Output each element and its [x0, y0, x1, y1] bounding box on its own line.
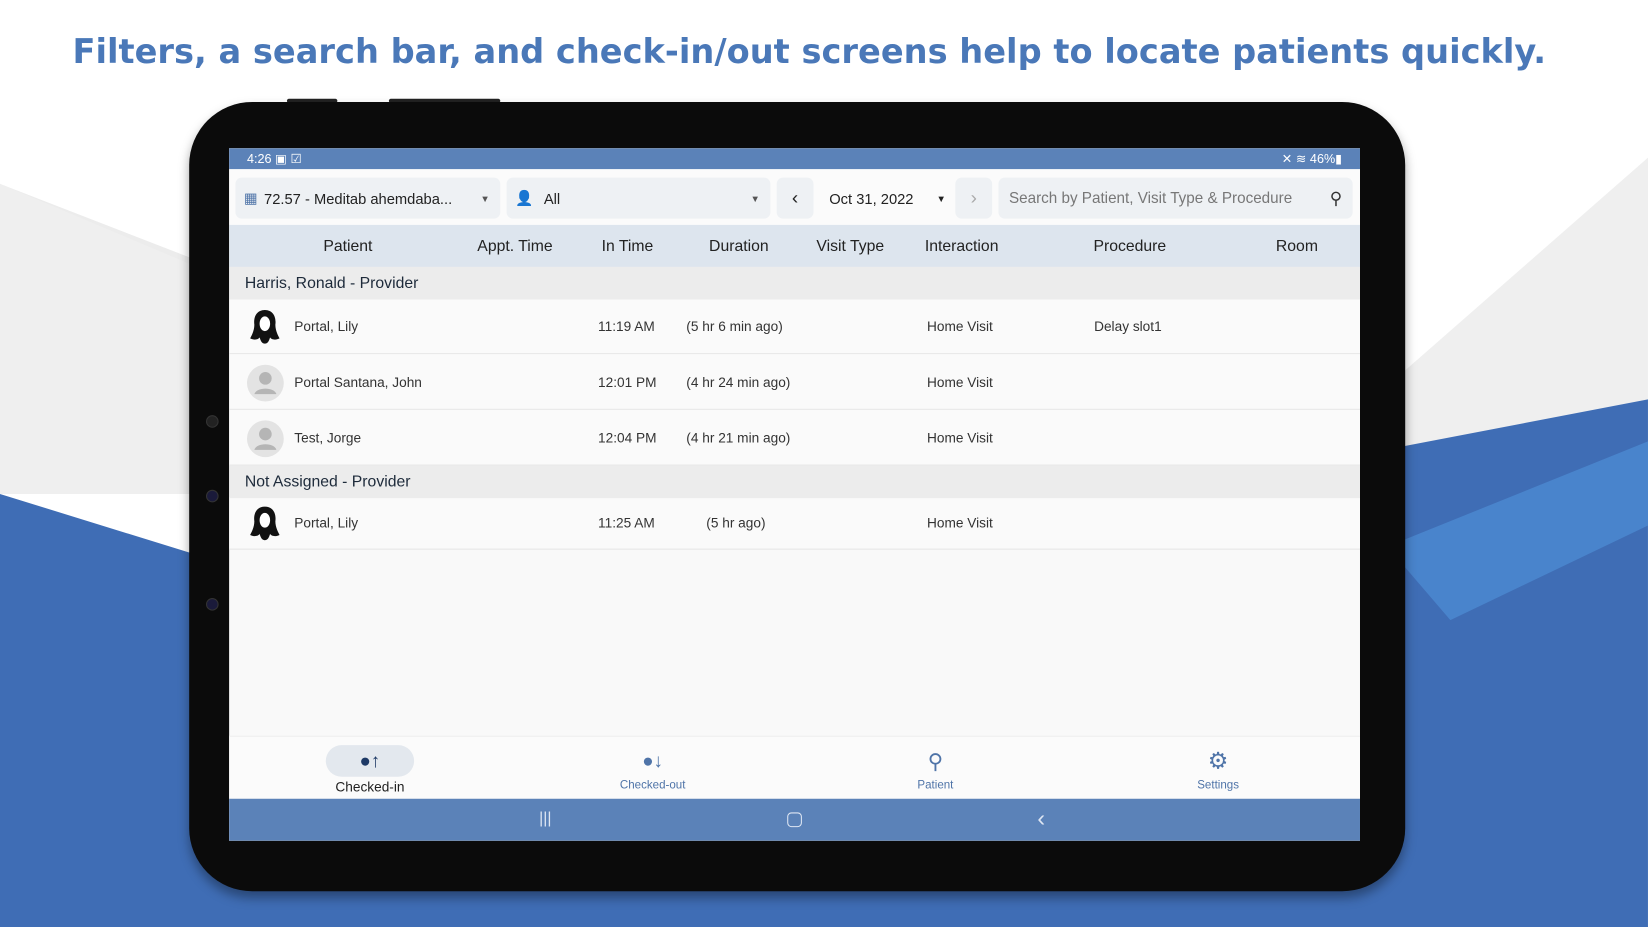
female-avatar-icon — [247, 504, 284, 541]
duration: (4 hr 24 min ago) — [686, 373, 791, 390]
nav-checked-in[interactable]: ●↑ Checked-in — [296, 737, 443, 795]
procedure: Delay slot1 — [1094, 318, 1162, 335]
in-time: 11:25 AM — [598, 514, 655, 531]
chevron-down-icon: ▼ — [750, 192, 760, 204]
battery-level: 46% — [1309, 151, 1336, 167]
in-time: 11:19 AM — [598, 318, 655, 335]
interaction: Home Visit — [926, 429, 993, 446]
duration: (5 hr ago) — [706, 514, 766, 531]
search-placeholder: Search by Patient, Visit Type & Procedur… — [1008, 189, 1293, 207]
female-avatar-icon — [247, 308, 284, 345]
building-icon: ▦ — [243, 189, 258, 206]
home-button[interactable] — [787, 812, 802, 828]
doctor-icon: 👤 — [514, 189, 534, 206]
table-header: Patient Appt. Time In Time Duration Visi… — [229, 224, 1360, 267]
provider-value: All — [543, 189, 561, 207]
in-time: 12:04 PM — [598, 429, 657, 446]
group-header: Harris, Ronald - Provider — [229, 266, 1360, 300]
table-row[interactable]: Portal, Lily 11:19 AM (5 hr 6 min ago) Home… — [229, 299, 1360, 355]
nav-settings[interactable]: ⚙ Settings — [1145, 737, 1292, 792]
column-header[interactable]: Appt. Time — [477, 238, 552, 256]
in-time: 12:01 PM — [598, 373, 657, 390]
status-bar: 4:26 ▣ ☑ ✕ ≋ 46%▮ — [229, 148, 1360, 170]
chevron-down-icon: ▼ — [480, 192, 490, 204]
interaction: Home Visit — [926, 318, 993, 335]
app-screen: 4:26 ▣ ☑ ✕ ≋ 46%▮ ▦ 72.57 - Meditab ahem… — [229, 148, 1360, 841]
chevron-right-icon: › — [970, 187, 977, 209]
patient-name[interactable]: Portal Santana, John — [294, 373, 422, 392]
search-icon[interactable]: ⚲ — [1330, 188, 1342, 209]
sensor — [205, 489, 219, 503]
nav-label: Checked-out — [619, 778, 686, 792]
patient-name[interactable]: Portal, Lily — [294, 514, 358, 533]
table-row[interactable]: Portal, Lily 11:25 AM (5 hr ago) Home Visit — [229, 497, 1360, 550]
table-row[interactable]: Portal Santana, John 12:01 PM (4 hr 24 min… — [229, 354, 1360, 410]
gear-icon: ⚙ — [1207, 747, 1229, 774]
column-header[interactable]: Procedure — [1093, 238, 1166, 256]
camera — [205, 415, 219, 428]
nav-label: Checked-in — [335, 778, 405, 795]
table-row[interactable]: Test, Jorge 12:04 PM (4 hr 21 min ago) Home… — [229, 409, 1360, 466]
search-input[interactable]: Search by Patient, Visit Type & Procedur… — [998, 177, 1353, 219]
nav-patient[interactable]: ⚲ Patient — [862, 737, 1009, 792]
user-check-in-icon: ●↑ — [325, 745, 415, 777]
facility-dropdown[interactable]: ▦ 72.57 - Meditab ahemdaba... ▼ — [235, 177, 501, 219]
nav-label: Patient — [917, 778, 954, 792]
chevron-left-icon: ‹ — [791, 187, 799, 209]
date-picker[interactable]: Oct 31, 2022 ▼ — [817, 177, 955, 219]
headline: Filters, a search bar, and check-in/out … — [72, 31, 1547, 72]
user-check-out-icon: ●↓ — [642, 749, 664, 771]
nav-label: Settings — [1197, 778, 1239, 792]
sensor — [205, 598, 219, 611]
group-header: Not Assigned - Provider — [229, 465, 1360, 499]
interaction: Home Visit — [926, 373, 993, 390]
interaction: Home Visit — [926, 514, 993, 531]
system-navigation-bar: ||| ‹ — [229, 798, 1360, 841]
generic-avatar-icon — [246, 419, 284, 457]
duration: (5 hr 6 min ago) — [686, 318, 783, 335]
battery-icon: ▮ — [1335, 151, 1343, 167]
column-header[interactable]: Interaction — [925, 238, 999, 256]
patient-name[interactable]: Test, Jorge — [294, 428, 361, 447]
column-header[interactable]: Duration — [709, 238, 769, 256]
column-header[interactable]: Visit Type — [816, 238, 884, 256]
nav-checked-out[interactable]: ●↓ Checked-out — [579, 737, 726, 792]
duration: (4 hr 21 min ago) — [686, 429, 791, 446]
facility-value: 72.57 - Meditab ahemdaba... — [264, 189, 453, 207]
search-icon: ⚲ — [927, 749, 944, 774]
date-value: Oct 31, 2022 — [829, 189, 914, 207]
column-header[interactable]: Patient — [323, 238, 372, 256]
filter-toolbar: ▦ 72.57 - Meditab ahemdaba... ▼ 👤 All ▼ … — [229, 169, 1360, 225]
back-button[interactable]: ‹ — [1037, 805, 1045, 832]
mute-wifi-icon: ✕ ≋ — [1281, 151, 1310, 167]
column-header[interactable]: In Time — [602, 238, 654, 256]
image-icon: ▣ ☑ — [275, 151, 302, 167]
bottom-navigation: ●↑ Checked-in ●↓ Checked-out ⚲ Patient ⚙… — [229, 735, 1360, 799]
chevron-down-icon: ▼ — [936, 192, 946, 204]
patient-name[interactable]: Portal, Lily — [294, 317, 358, 336]
clock: 4:26 — [246, 151, 272, 167]
next-date-button[interactable]: › — [955, 177, 993, 219]
previous-date-button[interactable]: ‹ — [776, 177, 814, 219]
generic-avatar-icon — [246, 364, 284, 401]
provider-dropdown[interactable]: 👤 All ▼ — [506, 177, 771, 219]
recent-apps-button[interactable]: ||| — [539, 809, 551, 827]
column-header[interactable]: Room — [1276, 238, 1318, 256]
